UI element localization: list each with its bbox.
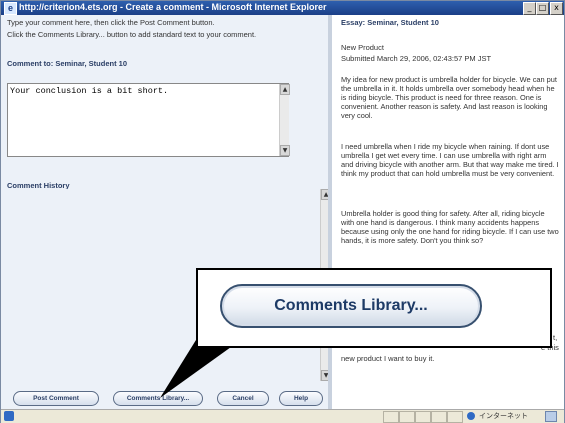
callout-pointer-shape <box>160 340 238 398</box>
comments-library-zoomed-button[interactable]: Comments Library... <box>220 284 482 328</box>
callout-pointer <box>160 340 238 398</box>
